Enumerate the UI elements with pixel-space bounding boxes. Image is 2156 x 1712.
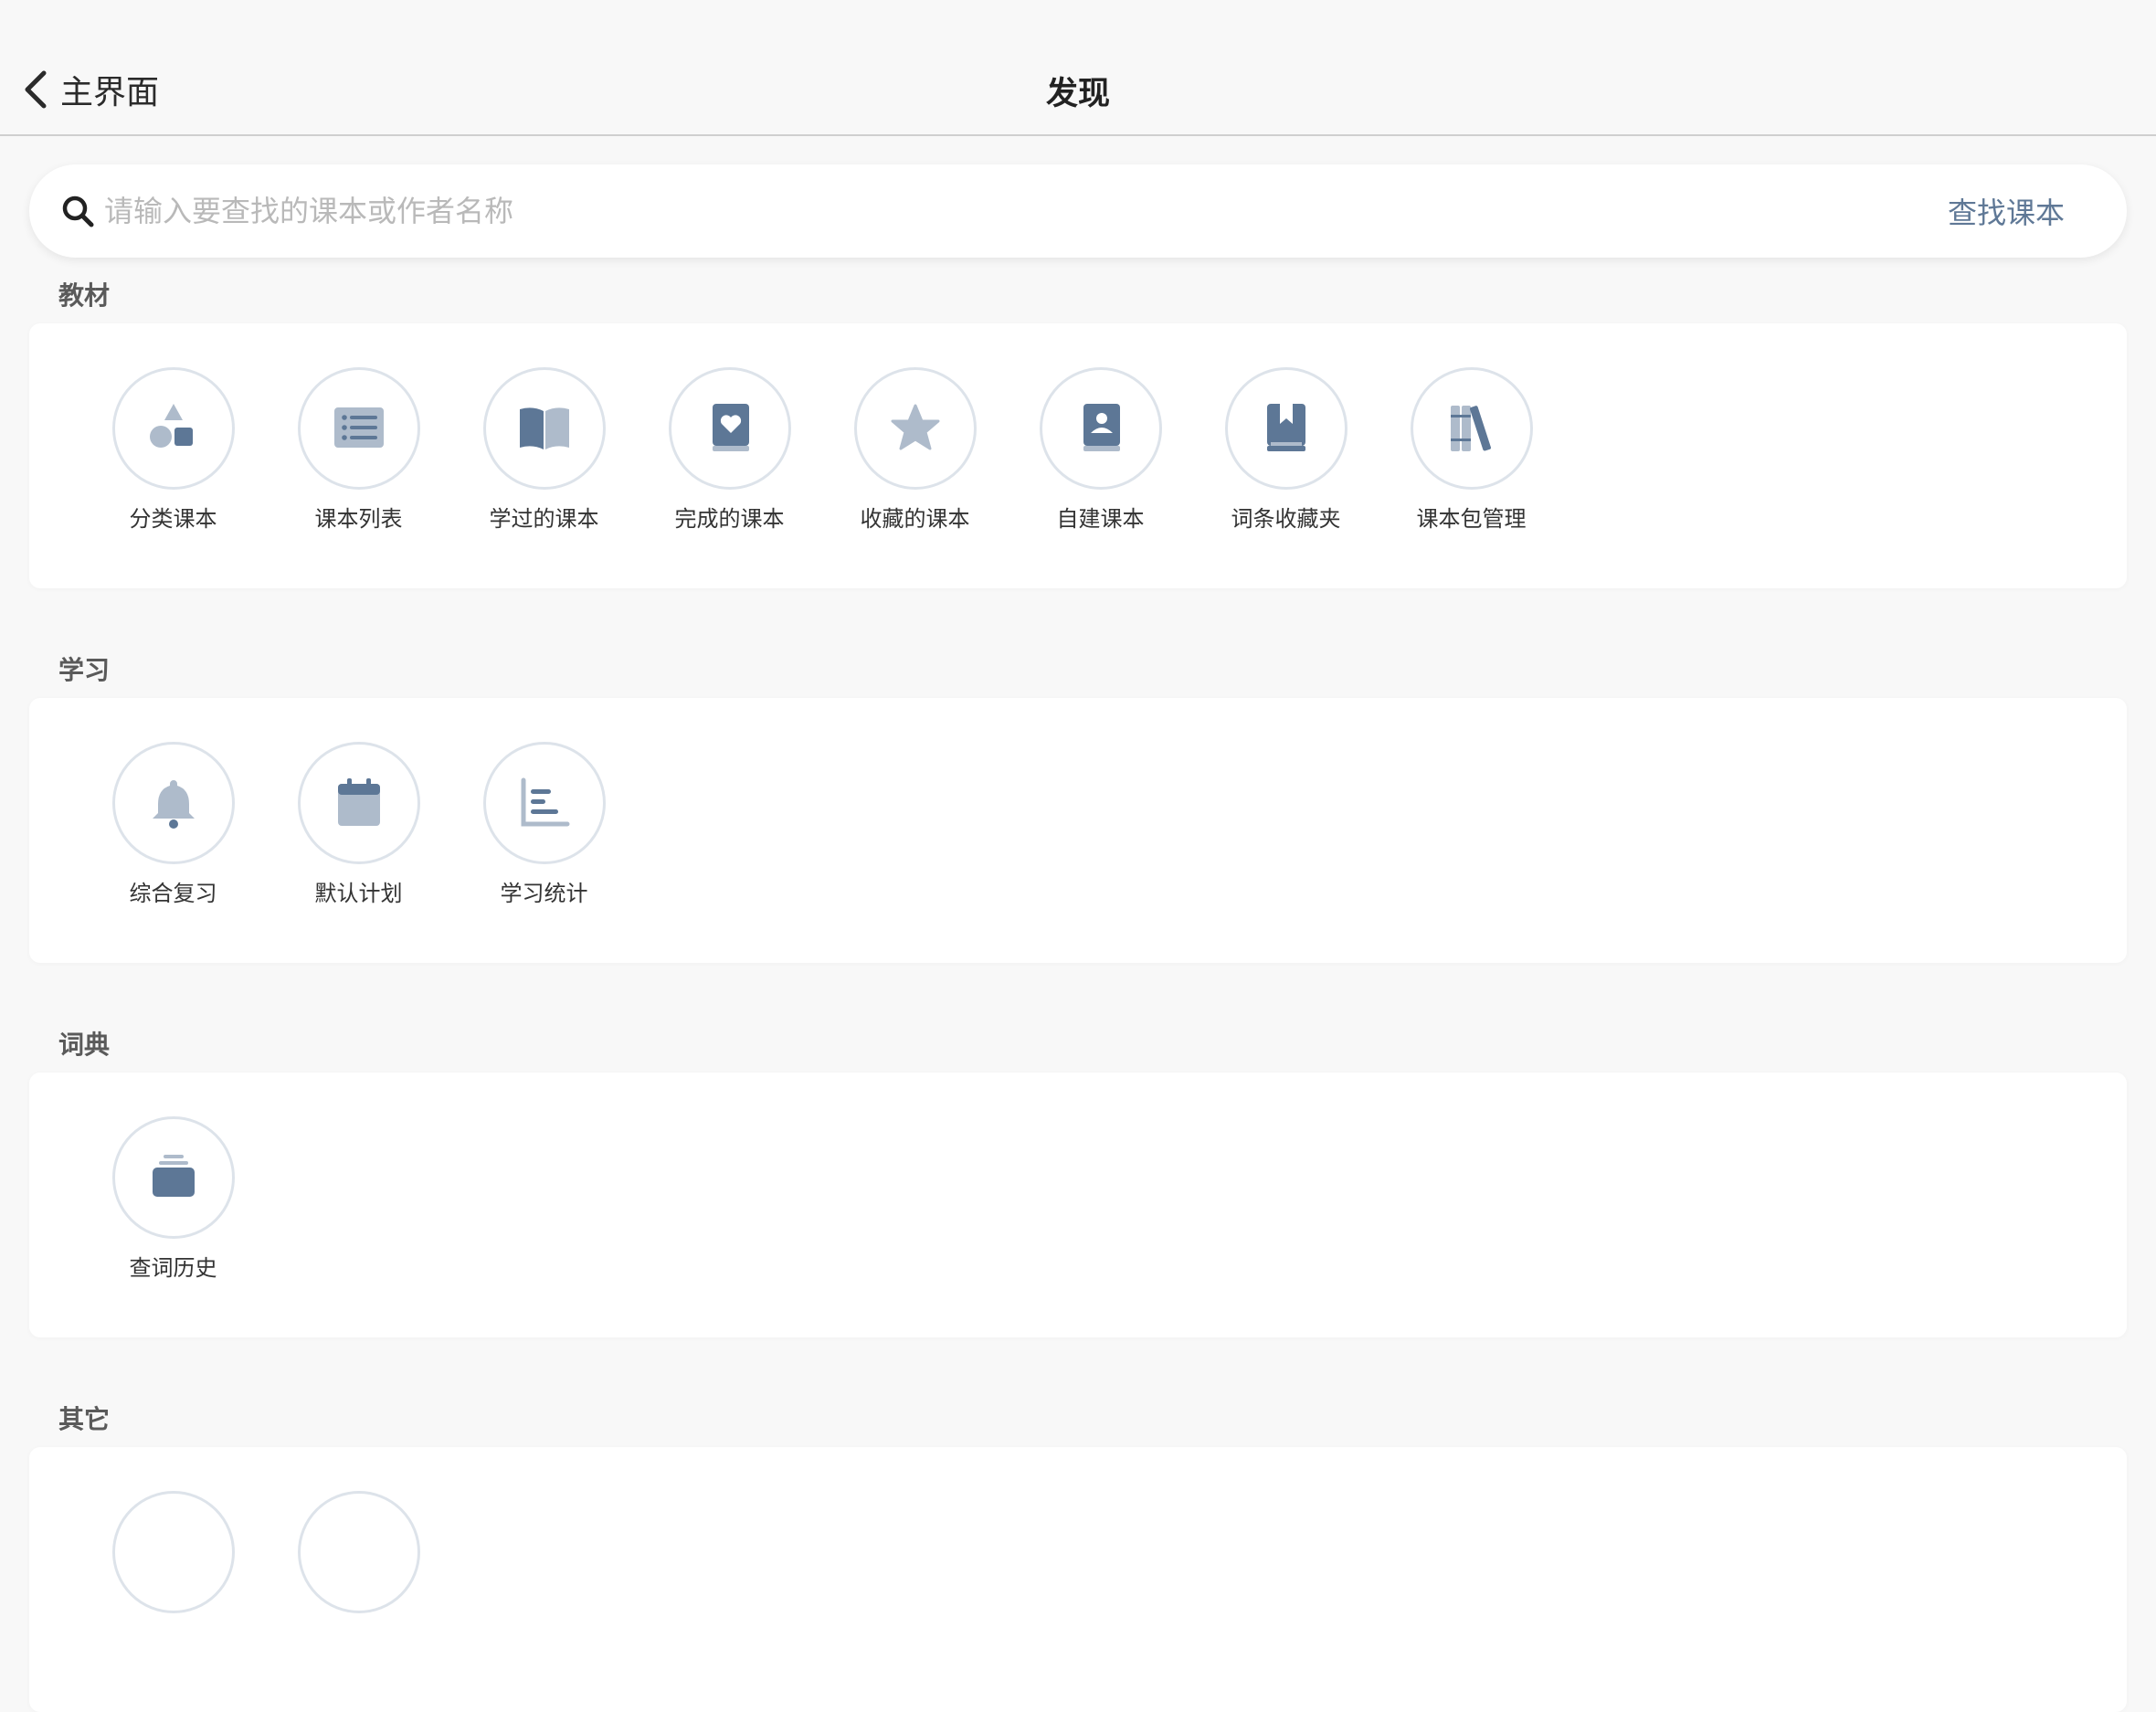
tile-entry-favorites[interactable]: 词条收藏夹 <box>1193 367 1379 533</box>
section-card-study: 综合复习 默认计划 学习统计 <box>29 698 2127 963</box>
tile-studied-textbooks[interactable]: 学过的课本 <box>451 367 637 533</box>
section-card-textbooks: 分类课本 课本列表 学过的课本 完成的课本 收藏的课本 自建课本 词条收藏夹 课… <box>29 323 2127 588</box>
open-book-icon <box>519 407 569 449</box>
bell-icon <box>152 780 195 829</box>
page-title: 发现 <box>1045 76 1110 112</box>
tile-completed-textbooks[interactable]: 完成的课本 <box>637 367 822 533</box>
contact-book-icon <box>1083 404 1120 451</box>
calendar-icon <box>337 778 380 826</box>
history-stack-icon <box>152 1155 195 1197</box>
search-icon <box>62 196 94 227</box>
tile-textbook-list[interactable]: 课本列表 <box>266 367 451 533</box>
search-button[interactable]: 查找课本 <box>1948 190 2065 232</box>
section-card-dictionary: 查词历史 <box>29 1073 2127 1337</box>
section-card-other <box>29 1447 2127 1712</box>
bookmark-book-icon <box>1266 404 1305 451</box>
search-input[interactable] <box>104 183 1840 239</box>
tile-lookup-history[interactable]: 查词历史 <box>80 1116 266 1282</box>
tile-comprehensive-review[interactable]: 综合复习 <box>80 742 266 907</box>
tile-category-textbooks[interactable]: 分类课本 <box>80 367 266 533</box>
list-icon <box>333 407 384 448</box>
bar-chart-icon <box>521 777 569 827</box>
tile-custom-textbooks[interactable]: 自建课本 <box>1008 367 1193 533</box>
heart-book-icon <box>712 404 749 451</box>
tile-favorite-textbooks[interactable]: 收藏的课本 <box>822 367 1008 533</box>
tile-textbook-package-management[interactable]: 课本包管理 <box>1379 367 1564 533</box>
search-bar: 查找课本 <box>29 164 2127 258</box>
books-shelf-icon <box>1450 406 1491 451</box>
tile-study-statistics[interactable]: 学习统计 <box>451 742 637 907</box>
shapes-icon <box>149 404 193 448</box>
tile-other-2[interactable] <box>266 1491 451 1613</box>
tile-default-plan[interactable]: 默认计划 <box>266 742 451 907</box>
section-label-dictionary: 词典 <box>58 1030 111 1060</box>
section-label-other: 其它 <box>58 1404 111 1434</box>
section-label-textbooks: 教材 <box>58 280 111 311</box>
section-label-study: 学习 <box>58 655 111 685</box>
star-icon <box>891 404 939 450</box>
navigation-bar: 主界面 发现 <box>0 0 2156 136</box>
tile-other-1[interactable] <box>80 1491 266 1613</box>
